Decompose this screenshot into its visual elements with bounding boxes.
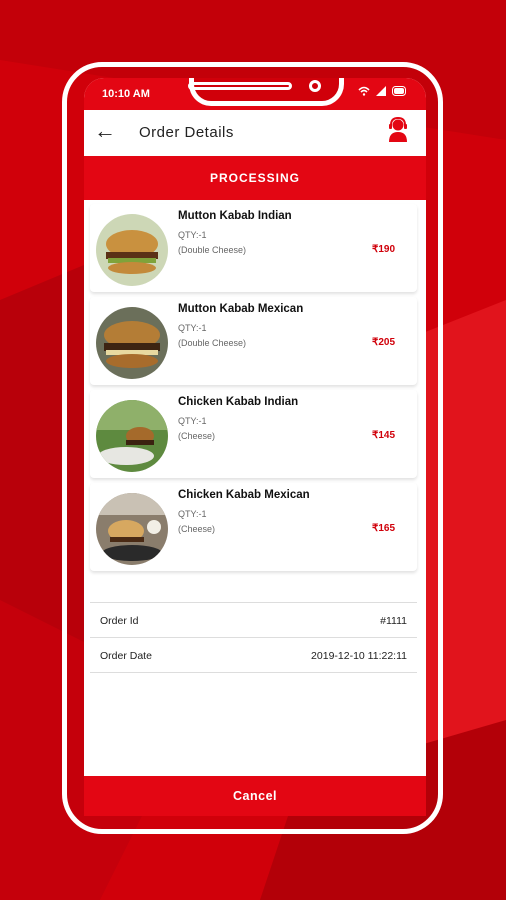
item-price: ₹145	[371, 430, 395, 441]
order-date-row: Order Date 2019-12-10 11:22:11	[90, 637, 417, 673]
item-options: (Double Cheese)	[178, 245, 247, 255]
item-price: ₹165	[371, 523, 395, 534]
order-item-card[interactable]: Mutton Kabab Mexican QTY:-1 (Double Chee…	[90, 297, 417, 385]
order-id-value: #1111	[380, 615, 407, 627]
item-price: ₹205	[371, 337, 395, 348]
order-item-card[interactable]: Chicken Kabab Mexican QTY:-1 (Cheese) ₹1…	[90, 483, 417, 571]
item-image	[96, 214, 168, 286]
wifi-icon	[358, 86, 370, 99]
page-title: Order Details	[139, 124, 234, 141]
order-id-label: Order Id	[100, 615, 139, 627]
item-options: (Double Cheese)	[178, 338, 247, 348]
support-agent-icon[interactable]	[386, 116, 410, 142]
order-item-card[interactable]: Chicken Kabab Indian QTY:-1 (Cheese) ₹14…	[90, 390, 417, 478]
order-status-banner: PROCESSING	[84, 156, 426, 200]
item-name: Mutton Kabab Mexican	[178, 303, 304, 315]
phone-speaker	[188, 82, 292, 90]
item-image	[96, 493, 168, 565]
app-screen: 10:10 AM ← Order Details PROCESSING Mutt…	[84, 78, 426, 816]
status-time: 10:10 AM	[102, 88, 150, 100]
app-bar: ← Order Details	[84, 110, 426, 156]
battery-icon	[392, 86, 408, 99]
item-options: (Cheese)	[178, 524, 216, 534]
item-quantity: QTY:-1	[178, 416, 207, 426]
order-id-row: Order Id #1111	[90, 602, 417, 637]
item-image	[96, 400, 168, 472]
order-date-value: 2019-12-10 11:22:11	[311, 650, 407, 662]
order-item-card[interactable]: Mutton Kabab Indian QTY:-1 (Double Chees…	[90, 204, 417, 292]
order-info: Order Id #1111 Order Date 2019-12-10 11:…	[90, 602, 417, 673]
item-options: (Cheese)	[178, 431, 216, 441]
item-image	[96, 307, 168, 379]
status-icons	[358, 86, 408, 99]
order-items-list: Mutton Kabab Indian QTY:-1 (Double Chees…	[90, 204, 417, 576]
item-quantity: QTY:-1	[178, 509, 207, 519]
item-name: Mutton Kabab Indian	[178, 210, 292, 222]
order-date-label: Order Date	[100, 650, 152, 662]
phone-camera	[309, 80, 321, 92]
item-name: Chicken Kabab Mexican	[178, 489, 310, 501]
item-name: Chicken Kabab Indian	[178, 396, 299, 408]
item-price: ₹190	[371, 244, 395, 255]
back-arrow-icon[interactable]: ←	[94, 118, 116, 144]
cancel-button[interactable]: Cancel	[84, 776, 426, 816]
item-quantity: QTY:-1	[178, 230, 207, 240]
item-quantity: QTY:-1	[178, 323, 207, 333]
signal-icon	[376, 86, 386, 99]
